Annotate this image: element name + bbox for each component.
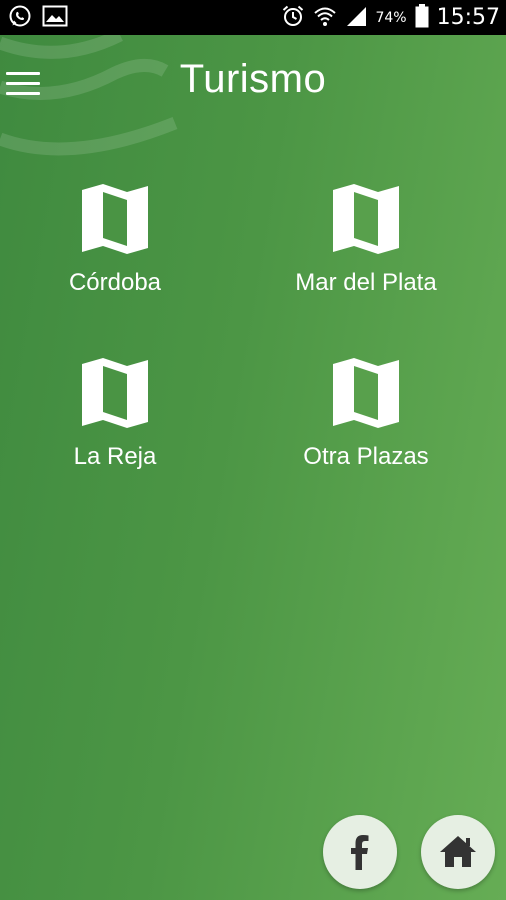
destination-mar-del-plata[interactable]: Mar del Plata xyxy=(266,183,466,323)
signal-icon xyxy=(345,5,367,31)
map-icon xyxy=(333,358,399,428)
battery-icon xyxy=(415,3,429,32)
battery-percent: 74% xyxy=(375,9,407,26)
facebook-button[interactable] xyxy=(323,815,397,889)
page-title: Turismo xyxy=(179,57,327,101)
app-bar: Turismo xyxy=(0,35,506,135)
map-icon xyxy=(82,184,148,254)
destination-label: Córdoba xyxy=(68,269,162,296)
home-icon xyxy=(440,836,476,867)
destination-la-reja[interactable]: La Reja xyxy=(15,357,215,497)
destination-label: Mar del Plata xyxy=(295,269,437,296)
destination-label: La Reja xyxy=(73,443,157,470)
status-time: 15:57 xyxy=(436,5,500,30)
status-right-icons: 74% 15:57 xyxy=(281,3,506,32)
home-button[interactable] xyxy=(421,815,495,889)
image-icon xyxy=(42,5,68,31)
destination-label: Otra Plazas xyxy=(303,443,429,470)
destination-cordoba[interactable]: Córdoba xyxy=(15,183,215,323)
status-left-icons xyxy=(0,4,68,32)
alarm-icon xyxy=(281,4,305,32)
whatsapp-icon xyxy=(8,4,32,32)
map-icon xyxy=(82,358,148,428)
destination-otra-plazas[interactable]: Otra Plazas xyxy=(266,357,466,497)
status-bar: 74% 15:57 xyxy=(0,0,506,35)
wifi-icon xyxy=(313,4,337,32)
facebook-icon xyxy=(351,835,369,870)
map-icon xyxy=(333,184,399,254)
